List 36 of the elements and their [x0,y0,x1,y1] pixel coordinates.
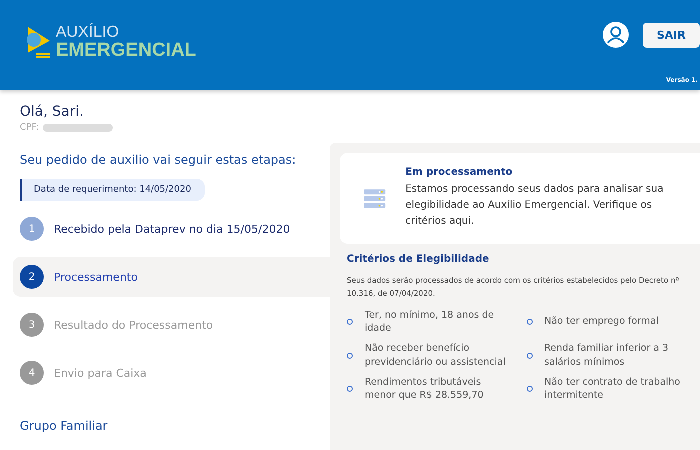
criterion-text: Não ter contrato de trabalho intermitente [544,376,682,404]
status-title: Em processamento [406,167,514,178]
bullet-icon [347,319,353,326]
step-label: Recebido pela Dataprev no dia 15/05/2020 [54,222,290,236]
step-item[interactable]: 1 Recebido pela Dataprev no dia 15/05/2020 [13,209,330,249]
cpf-label: CPF: [20,123,40,133]
logo-icon [26,25,52,59]
criterion-text: Rendimentos tributáveis menor que R$ 28.559,70 [365,376,485,404]
criteria-title: Critérios de Elegibilidade [347,254,490,265]
step-number: 3 [20,313,44,337]
blurred-cpf [43,124,114,132]
criterion-text: Renda familiar inferior a 3 salários mínimos [544,342,670,370]
status-description: Estamos processando seus dados para analisar sua elegibilidade ao Auxílio Emergencial. Verifique os critérios aqui. [406,183,665,229]
bullet-icon [526,352,532,359]
bullet-icon [347,352,353,359]
criterion-text: Ter, no mínimo, 18 anos de idade [365,308,496,336]
logout-button[interactable]: SAIR [643,22,700,48]
step-number: 2 [20,265,44,289]
step-item[interactable]: 2 Processamento [13,257,330,297]
section-title: Grupo Familiar [19,419,109,433]
criterion-text: Não ter emprego formal [544,315,659,330]
user-icon[interactable] [603,22,629,48]
step-label: Envio para Caixa [54,366,147,380]
step-number: 4 [20,361,44,385]
step-number: 1 [20,217,44,241]
request-date: Data de requerimento: 14/05/2020 [20,179,206,201]
step-label: Resultado do Processamento [54,318,214,332]
greeting-title: Olá, Sari. [20,104,85,120]
step-label: Processamento [54,270,138,284]
criterion-text: Não receber benefício previdenciário ou assistencial [365,342,507,370]
logo-text: EMERGENCIAL [56,40,196,60]
bullet-icon [526,386,532,392]
logo-text: AUXÍLIO [56,24,120,40]
bullet-icon [526,319,532,326]
bullet-icon [347,386,353,392]
steps-title: Seu pedido de auxilio vai seguir estas etapas: [19,153,298,167]
